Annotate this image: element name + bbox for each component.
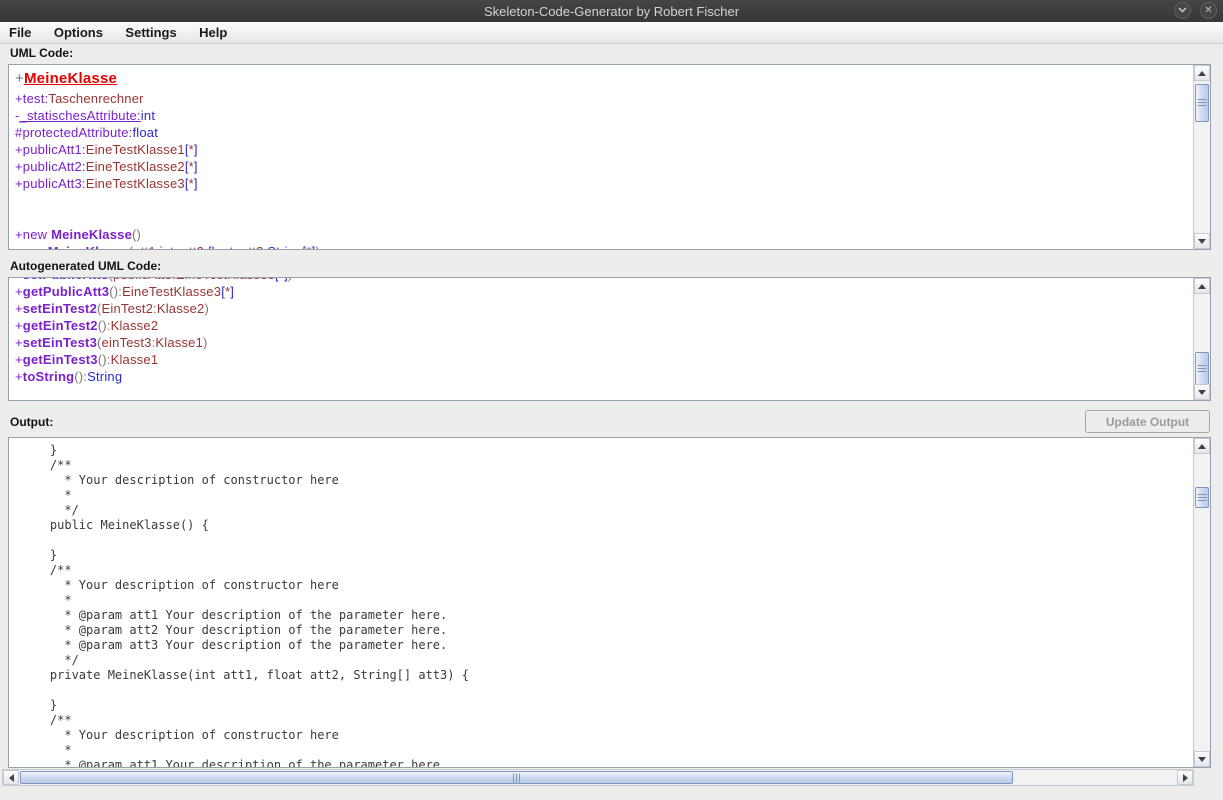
app-window: Skeleton-Code-Generator by Robert Fische… xyxy=(0,0,1223,800)
autogenerated-vertical-scrollbar[interactable] xyxy=(1193,278,1210,400)
menu-options[interactable]: Options xyxy=(45,22,112,43)
uml-code-vertical-scrollbar[interactable] xyxy=(1193,65,1210,249)
scroll-down-button[interactable] xyxy=(1194,751,1210,767)
uml-code-text: +MeineKlasse+test:Taschenrechner-_statis… xyxy=(9,65,1192,249)
output-text: } /** * Your description of constructor … xyxy=(9,438,1192,767)
output-label: Output: xyxy=(10,415,53,429)
close-button[interactable]: ✕ xyxy=(1200,2,1217,19)
triangle-up-icon xyxy=(1198,444,1206,449)
minimize-button[interactable] xyxy=(1174,2,1191,19)
window-title: Skeleton-Code-Generator by Robert Fische… xyxy=(0,4,1223,19)
output-editor[interactable]: } /** * Your description of constructor … xyxy=(8,437,1211,768)
triangle-up-icon xyxy=(1198,284,1206,289)
scroll-down-button[interactable] xyxy=(1194,384,1210,400)
scrollbar-thumb[interactable] xyxy=(1195,487,1209,508)
menu-bar: File Options Settings Help xyxy=(0,22,1223,44)
titlebar: Skeleton-Code-Generator by Robert Fische… xyxy=(0,0,1223,22)
scroll-up-button[interactable] xyxy=(1194,65,1210,81)
scroll-right-button[interactable] xyxy=(1177,770,1193,785)
scroll-down-button[interactable] xyxy=(1194,233,1210,249)
autogenerated-uml-text: +setPublicAtt3(publicAtt3:EineTestKlasse… xyxy=(9,278,1192,400)
autogenerated-uml-label: Autogenerated UML Code: xyxy=(10,259,161,273)
uml-code-editor[interactable]: +MeineKlasse+test:Taschenrechner-_statis… xyxy=(8,64,1211,250)
update-output-button[interactable]: Update Output xyxy=(1085,410,1210,433)
triangle-left-icon xyxy=(9,774,14,782)
output-horizontal-scrollbar[interactable] xyxy=(2,769,1194,786)
triangle-down-icon xyxy=(1198,390,1206,395)
window-controls: ✕ xyxy=(1174,2,1217,19)
chevron-down-icon xyxy=(1178,6,1187,16)
scroll-up-button[interactable] xyxy=(1194,438,1210,454)
triangle-down-icon xyxy=(1198,239,1206,244)
close-icon: ✕ xyxy=(1204,6,1212,16)
scroll-up-button[interactable] xyxy=(1194,278,1210,294)
triangle-up-icon xyxy=(1198,71,1206,76)
autogenerated-uml-editor[interactable]: +setPublicAtt3(publicAtt3:EineTestKlasse… xyxy=(8,277,1211,401)
uml-code-label: UML Code: xyxy=(10,46,73,60)
scroll-left-button[interactable] xyxy=(3,770,19,785)
grip-icon xyxy=(1198,365,1207,373)
scrollbar-thumb[interactable] xyxy=(20,771,1013,784)
grip-icon xyxy=(513,773,521,782)
grip-icon xyxy=(1198,494,1207,502)
triangle-right-icon xyxy=(1183,774,1188,782)
scrollbar-thumb[interactable] xyxy=(1195,84,1209,122)
menu-settings[interactable]: Settings xyxy=(116,22,185,43)
grip-icon xyxy=(1198,99,1207,107)
scrollbar-thumb[interactable] xyxy=(1195,352,1209,385)
menu-help[interactable]: Help xyxy=(190,22,236,43)
output-vertical-scrollbar[interactable] xyxy=(1193,438,1210,767)
menu-file[interactable]: File xyxy=(0,22,40,43)
triangle-down-icon xyxy=(1198,757,1206,762)
